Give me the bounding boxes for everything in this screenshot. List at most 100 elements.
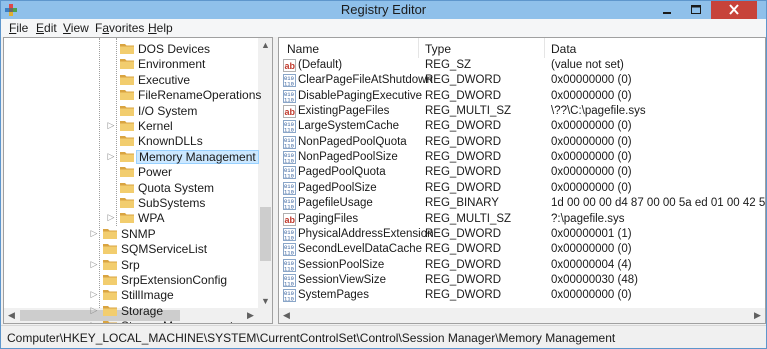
value-type: REG_DWORD bbox=[425, 120, 502, 133]
minimize-button[interactable] bbox=[653, 1, 681, 19]
tree-item[interactable]: ▷ Kernel bbox=[4, 118, 256, 134]
tree-item[interactable]: KnownDLLs bbox=[4, 133, 256, 149]
value-row[interactable]: 010 110 SessionPoolSize REG_DWORD 0x00000004… bbox=[279, 258, 765, 273]
tree-item[interactable]: Executive bbox=[4, 72, 256, 88]
column-header-name[interactable]: Name bbox=[287, 42, 319, 56]
tree-item[interactable]: SubSystems bbox=[4, 195, 256, 211]
tree-item[interactable]: DOS Devices bbox=[4, 41, 256, 57]
value-row[interactable]: ab ExistingPageFiles REG_MULTI_SZ \??\C:\pa… bbox=[279, 104, 765, 119]
binary-value-icon: 010 110 bbox=[283, 181, 296, 195]
tree-item[interactable]: SQMServiceList bbox=[4, 241, 256, 257]
value-row[interactable]: 010 110 SecondLevelDataCache REG_DWORD 0x000… bbox=[279, 242, 765, 257]
menu-file[interactable]: File bbox=[9, 21, 28, 35]
tree-item[interactable]: ▷ Storage bbox=[4, 303, 256, 319]
value-row[interactable]: 010 110 PagedPoolQuota REG_DWORD 0x00000000 … bbox=[279, 165, 765, 180]
scroll-right-arrow-icon[interactable]: ▶ bbox=[750, 308, 765, 323]
scroll-down-arrow-icon[interactable]: ▼ bbox=[258, 294, 272, 308]
value-row[interactable]: ab PagingFiles REG_MULTI_SZ ?:\pagefile.sys bbox=[279, 212, 765, 227]
expand-arrow-icon[interactable]: ▷ bbox=[89, 319, 99, 323]
expand-arrow-icon[interactable]: ▷ bbox=[106, 119, 116, 131]
svg-text:110: 110 bbox=[284, 158, 294, 165]
scroll-left-arrow-icon[interactable]: ◀ bbox=[279, 308, 294, 323]
maximize-button[interactable] bbox=[682, 1, 710, 19]
tree-item-label: SQMServiceList bbox=[121, 242, 208, 257]
binary-value-icon: 010 110 bbox=[283, 166, 296, 180]
value-type: REG_DWORD bbox=[425, 135, 502, 148]
tree-item-selected[interactable]: ▷ Memory Management bbox=[4, 149, 259, 165]
value-row[interactable]: 010 110 NonPagedPoolSize REG_DWORD 0x0000000… bbox=[279, 150, 765, 165]
binary-value-icon: 010 110 bbox=[283, 135, 296, 149]
svg-text:110: 110 bbox=[284, 234, 294, 241]
folder-icon bbox=[119, 134, 135, 147]
tree-item[interactable]: Quota System bbox=[4, 180, 256, 196]
value-data: 0x00000000 (0) bbox=[551, 151, 632, 164]
expand-arrow-icon[interactable]: ▷ bbox=[89, 304, 99, 316]
value-data: 0x00000000 (0) bbox=[551, 166, 632, 179]
expand-arrow-icon[interactable]: ▷ bbox=[106, 150, 116, 162]
value-type: REG_DWORD bbox=[425, 227, 502, 240]
value-data: 0x00000030 (48) bbox=[551, 273, 638, 286]
tree-item[interactable]: ▷ Srp bbox=[4, 257, 256, 273]
svg-text:110: 110 bbox=[284, 173, 294, 180]
title-bar[interactable]: Registry Editor bbox=[1, 1, 766, 19]
folder-icon bbox=[119, 88, 135, 101]
folder-icon bbox=[119, 42, 135, 55]
folder-icon bbox=[119, 119, 135, 132]
menu-edit[interactable]: Edit bbox=[36, 21, 57, 35]
tree-item[interactable]: Environment bbox=[4, 56, 256, 72]
column-divider[interactable] bbox=[418, 38, 419, 58]
tree-item[interactable]: FileRenameOperations bbox=[4, 87, 261, 103]
value-name: SecondLevelDataCache bbox=[298, 243, 423, 256]
tree-item-label: Power bbox=[138, 165, 173, 180]
value-name: PagingFiles bbox=[298, 212, 359, 225]
value-row[interactable]: 010 110 SessionViewSize REG_DWORD 0x00000030… bbox=[279, 273, 765, 288]
value-row[interactable]: 010 110 SystemPages REG_DWORD 0x00000000 (0) bbox=[279, 288, 765, 303]
svg-text:110: 110 bbox=[284, 296, 294, 303]
values-list[interactable]: Name Type Data ◀ ▶ ab (Default) REG_SZ (val… bbox=[278, 37, 766, 324]
value-row[interactable]: 010 110 PagedPoolSize REG_DWORD 0x00000000 (… bbox=[279, 181, 765, 196]
value-name: PagedPoolSize bbox=[298, 181, 377, 194]
column-divider[interactable] bbox=[544, 38, 545, 58]
menu-help[interactable]: Help bbox=[148, 21, 173, 35]
values-horizontal-scrollbar[interactable]: ◀ ▶ bbox=[279, 308, 765, 323]
value-row[interactable]: ab (Default) REG_SZ (value not set) bbox=[279, 58, 765, 73]
tree-item[interactable]: Power bbox=[4, 164, 256, 180]
tree-item[interactable]: ▷ StorageManagement bbox=[4, 318, 256, 323]
expand-arrow-icon[interactable]: ▷ bbox=[106, 211, 116, 223]
menu-favorites[interactable]: Favorites bbox=[95, 21, 144, 35]
folder-icon bbox=[102, 273, 118, 286]
tree-vertical-scrollbar[interactable]: ▲ ▼ bbox=[258, 38, 272, 308]
value-name: NonPagedPoolSize bbox=[298, 151, 398, 164]
value-row[interactable]: 010 110 NonPagedPoolQuota REG_DWORD 0x000000… bbox=[279, 135, 765, 150]
value-row[interactable]: 010 110 PhysicalAddressExtension REG_DWORD 0… bbox=[279, 227, 765, 242]
tree-item[interactable]: ▷ WPA bbox=[4, 210, 256, 226]
value-name: DisablePagingExecutive bbox=[298, 89, 423, 102]
svg-text:ab: ab bbox=[285, 107, 296, 117]
folder-icon bbox=[102, 227, 118, 240]
value-row[interactable]: 010 110 DisablePagingExecutive REG_DWORD 0x0… bbox=[279, 89, 765, 104]
menu-view[interactable]: View bbox=[63, 21, 89, 35]
value-name: ExistingPageFiles bbox=[298, 105, 390, 118]
column-header-data[interactable]: Data bbox=[551, 42, 576, 56]
folder-icon bbox=[119, 196, 135, 209]
tree-item[interactable]: SrpExtensionConfig bbox=[4, 272, 256, 288]
expand-arrow-icon[interactable]: ▷ bbox=[89, 258, 99, 270]
tree-scroll-thumb[interactable] bbox=[260, 207, 271, 261]
value-row[interactable]: 010 110 LargeSystemCache REG_DWORD 0x0000000… bbox=[279, 119, 765, 134]
window-title: Registry Editor bbox=[340, 2, 427, 17]
column-header-type[interactable]: Type bbox=[425, 42, 451, 56]
close-button[interactable] bbox=[711, 1, 757, 19]
tree-item[interactable]: I/O System bbox=[4, 103, 256, 119]
tree-item-label: Storage bbox=[121, 303, 164, 318]
binary-value-icon: 010 110 bbox=[283, 74, 296, 88]
value-row[interactable]: 010 110 ClearPageFileAtShutdown REG_DWORD 0x… bbox=[279, 73, 765, 88]
tree-item[interactable]: ▷ SNMP bbox=[4, 226, 256, 242]
tree-item[interactable]: ▷ StillImage bbox=[4, 287, 256, 303]
scroll-up-arrow-icon[interactable]: ▲ bbox=[258, 38, 272, 52]
registry-tree[interactable]: ▲ ▼ ◀ ▶ DOS Devices Environment Executive F… bbox=[3, 37, 273, 324]
value-row[interactable]: 010 110 PagefileUsage REG_BINARY 1d 00 00 00… bbox=[279, 196, 765, 211]
expand-arrow-icon[interactable]: ▷ bbox=[89, 227, 99, 239]
value-data: (value not set) bbox=[551, 59, 624, 71]
value-type: REG_DWORD bbox=[425, 74, 502, 87]
expand-arrow-icon[interactable]: ▷ bbox=[89, 288, 99, 300]
